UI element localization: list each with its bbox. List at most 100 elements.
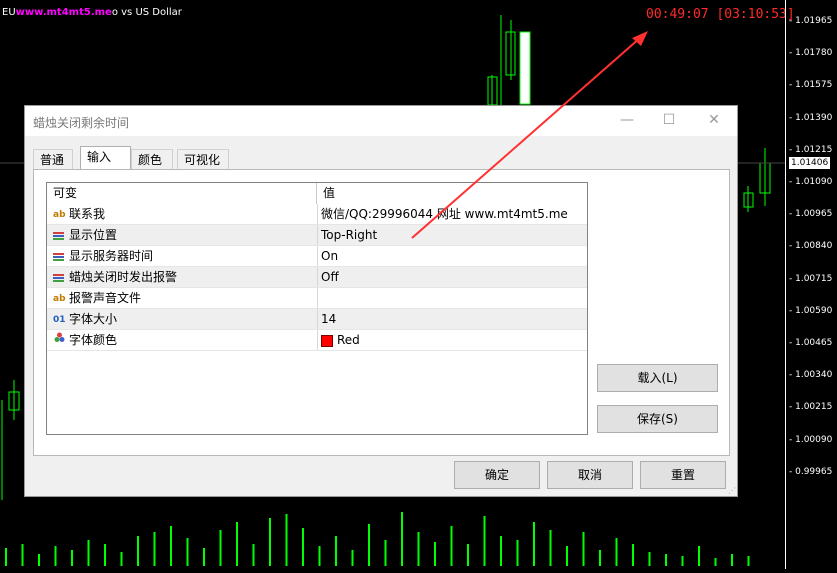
volume-bar	[615, 538, 618, 566]
close-icon[interactable]: ✕	[704, 112, 724, 128]
load-button[interactable]: 载入(L)	[597, 364, 718, 392]
volume-bar	[120, 552, 123, 566]
volume-bar	[285, 514, 288, 566]
volume-bar	[516, 540, 519, 566]
table-row[interactable]: 01 字体大小 14	[47, 309, 587, 330]
col-header-value[interactable]: 值	[317, 183, 335, 204]
price-tick-label: - 1.01090	[789, 177, 833, 187]
volume-bar	[714, 558, 717, 566]
dialog-title: 蜡烛关闭剩余时间	[33, 116, 130, 130]
value-cell[interactable]: 14	[317, 309, 587, 329]
volume-bar	[665, 554, 667, 566]
tab-colors[interactable]: 颜色	[131, 149, 173, 169]
volume-bar	[252, 544, 255, 566]
volume-bar	[450, 526, 453, 566]
properties-dialog: 蜡烛关闭剩余时间 — ☐ ✕ 普通 输入 颜色 可视化 可变 值 ab 联系我 微…	[24, 105, 738, 497]
volume-bar	[219, 530, 222, 566]
value-cell[interactable]: Off	[317, 267, 587, 287]
tab-inputs[interactable]: 输入	[80, 146, 131, 170]
value-cell[interactable]: Top-Right	[317, 225, 587, 245]
cancel-button[interactable]: 取消	[547, 461, 633, 489]
palette-icon	[53, 331, 65, 351]
price-tick-label: - 1.01780	[789, 48, 833, 59]
table-row[interactable]: 显示位置 Top-Right	[47, 225, 587, 246]
table-row[interactable]: 显示服务器时间 On	[47, 246, 587, 267]
volume-bar	[5, 548, 7, 566]
value-cell[interactable]: On	[317, 246, 587, 266]
value-cell[interactable]: Red	[317, 330, 587, 350]
current-price-label: 1.01406	[789, 157, 831, 169]
price-tick-label: - 1.00465	[789, 338, 833, 348]
maximize-icon[interactable]: ☐	[659, 112, 679, 128]
integer-icon: 01	[53, 314, 66, 325]
enum-icon	[53, 252, 64, 261]
volume-bar	[483, 516, 486, 566]
reset-button[interactable]: 重置	[640, 461, 726, 489]
volume-bar	[698, 546, 700, 566]
volume-bar	[368, 524, 370, 566]
value-cell[interactable]	[317, 288, 587, 308]
volume-bar	[549, 530, 552, 566]
volume-bar	[186, 538, 189, 566]
volume-bar	[104, 544, 106, 566]
volume-bar	[269, 518, 271, 566]
volume-bar	[137, 536, 139, 566]
price-tick-label: - 1.00715	[789, 273, 833, 284]
volume-bar	[401, 512, 403, 566]
title-bar[interactable]: 蜡烛关闭剩余时间 — ☐ ✕	[25, 106, 737, 136]
enum-icon	[53, 273, 64, 282]
ok-button[interactable]: 确定	[454, 461, 540, 489]
price-tick-label: - 1.00840	[789, 241, 833, 252]
candle-bear	[519, 31, 531, 105]
volume-bar	[500, 536, 502, 566]
price-tick-label: - 0.99965	[789, 466, 833, 477]
volume-bar	[681, 556, 684, 566]
price-tick-label: - 1.00965	[789, 209, 833, 220]
volume-bar	[731, 554, 733, 566]
volume-bar	[566, 546, 568, 566]
volume-bar	[170, 526, 172, 566]
tab-visualization[interactable]: 可视化	[177, 149, 229, 169]
volume-bar	[582, 532, 585, 566]
price-tick-label: - 1.01965	[789, 16, 833, 26]
volume-bar	[384, 540, 387, 566]
volume-bar	[599, 550, 601, 566]
volume-bar	[302, 528, 304, 566]
price-tick-label: - 1.01575	[789, 80, 833, 91]
volume-bar	[648, 552, 651, 566]
table-row[interactable]: 蜡烛关闭时发出报警 Off	[47, 267, 587, 288]
minimize-icon[interactable]: —	[617, 112, 637, 128]
volume-histogram	[5, 512, 750, 566]
volume-bar	[335, 536, 337, 566]
value-cell[interactable]: 微信/QQ:29996044 网址 www.mt4mt5.me	[317, 204, 587, 224]
volume-bar	[632, 544, 634, 566]
candle-timer: 00:49:07 [03:10:53]	[646, 7, 795, 22]
volume-bar	[87, 540, 90, 566]
price-tick-label: - 1.01390	[789, 112, 833, 123]
volume-bar	[38, 554, 40, 566]
volume-bar	[71, 550, 73, 566]
inputs-panel: 可变 值 ab 联系我 微信/QQ:29996044 网址 www.mt4mt5.…	[33, 169, 730, 456]
price-tick-label: - 1.00090	[789, 434, 833, 445]
volume-bar	[747, 556, 750, 566]
string-icon: ab	[53, 209, 66, 220]
price-tick-label: - 1.01215	[789, 144, 833, 155]
volume-bar	[203, 548, 205, 566]
watermark: www.mt4mt5.me	[15, 7, 112, 18]
table-row[interactable]: ab 报警声音文件	[47, 288, 587, 309]
resize-grip-icon[interactable]: ⋰	[728, 486, 736, 495]
volume-bar	[434, 542, 436, 566]
volume-bar	[236, 522, 238, 566]
volume-bar	[318, 546, 321, 566]
volume-bar	[153, 532, 156, 566]
col-header-variable[interactable]: 可变	[47, 183, 77, 204]
table-row[interactable]: ab 联系我 微信/QQ:29996044 网址 www.mt4mt5.me	[47, 204, 587, 225]
color-swatch	[321, 334, 333, 347]
volume-bar	[417, 532, 420, 566]
save-button[interactable]: 保存(S)	[597, 405, 718, 433]
table-row[interactable]: 字体颜色 Red	[47, 330, 587, 351]
volume-bar	[351, 550, 354, 566]
tab-general[interactable]: 普通	[33, 149, 73, 169]
symbol-label: EUwww.mt4mt5.meo vs US Dollar	[2, 7, 182, 18]
price-tick-label: - 1.00590	[789, 305, 833, 316]
